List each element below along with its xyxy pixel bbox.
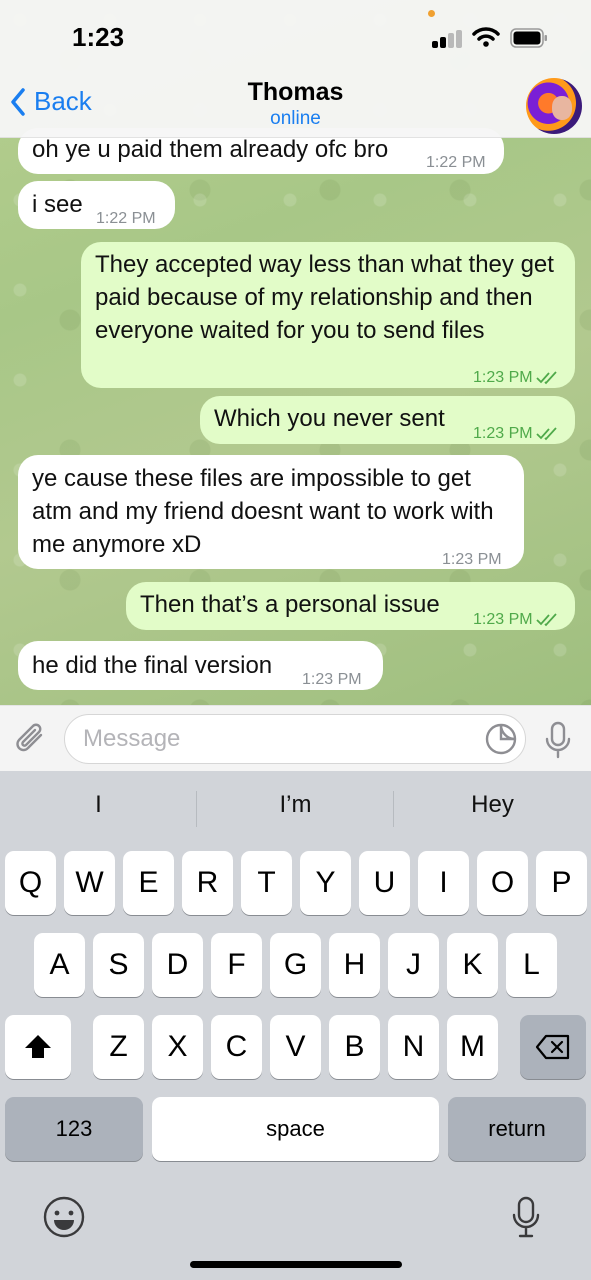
chat-header: 1:23 Back Thomas online	[0, 0, 591, 138]
chat-title[interactable]: Thomas	[0, 78, 591, 107]
key-h[interactable]: H	[329, 933, 380, 997]
privacy-indicator	[428, 10, 435, 17]
message-outgoing[interactable]: Then that’s a personal issue 1:23 PM	[126, 582, 575, 630]
message-input[interactable]	[64, 714, 526, 764]
message-outgoing[interactable]: Which you never sent 1:23 PM	[200, 396, 575, 444]
message-time: 1:23 PM	[302, 671, 362, 688]
message-time-label: 1:23 PM	[473, 369, 533, 386]
message-text: ye cause these files are impossible to g…	[32, 465, 494, 558]
double-check-icon	[535, 426, 557, 440]
key-f[interactable]: F	[211, 933, 262, 997]
key-z[interactable]: Z	[93, 1015, 144, 1079]
key-g[interactable]: G	[270, 933, 321, 997]
key-j[interactable]: J	[388, 933, 439, 997]
message-incoming[interactable]: i see 1:22 PM	[18, 181, 175, 229]
wifi-icon	[472, 27, 500, 47]
backspace-key[interactable]	[520, 1015, 586, 1079]
key-y[interactable]: Y	[300, 851, 351, 915]
message-time: 1:23 PM	[473, 361, 560, 394]
suggestion[interactable]: I’m	[197, 791, 394, 819]
key-x[interactable]: X	[152, 1015, 203, 1079]
keyboard: I I’m Hey Q W E R T Y U I O P A S D F G …	[0, 771, 591, 1280]
double-check-icon	[535, 370, 557, 384]
emoji-icon[interactable]	[42, 1195, 86, 1239]
message-incoming[interactable]: ye cause these files are impossible to g…	[18, 455, 524, 569]
key-d[interactable]: D	[152, 933, 203, 997]
message-time-label: 1:23 PM	[473, 425, 533, 442]
battery-icon	[510, 28, 547, 48]
message-time: 1:22 PM	[96, 210, 156, 227]
key-q[interactable]: Q	[5, 851, 56, 915]
key-b[interactable]: B	[329, 1015, 380, 1079]
shift-icon	[25, 1035, 51, 1058]
message-outgoing[interactable]: They accepted way less than what they ge…	[81, 242, 575, 388]
key-c[interactable]: C	[211, 1015, 262, 1079]
backspace-icon	[535, 1034, 570, 1060]
suggestion-bar: I I’m Hey	[0, 771, 591, 847]
message-time: 1:23 PM	[473, 603, 560, 636]
key-l[interactable]: L	[506, 933, 557, 997]
suggestion[interactable]: Hey	[394, 791, 591, 819]
message-composer	[0, 705, 591, 771]
key-n[interactable]: N	[388, 1015, 439, 1079]
shift-key[interactable]	[5, 1015, 71, 1079]
message-time-label: 1:23 PM	[473, 611, 533, 628]
key-u[interactable]: U	[359, 851, 410, 915]
attach-icon[interactable]	[14, 720, 50, 758]
message-time: 1:23 PM	[473, 417, 560, 450]
numbers-key[interactable]: 123	[5, 1097, 143, 1161]
avatar[interactable]	[526, 78, 582, 134]
sticker-icon[interactable]	[484, 722, 518, 756]
return-key[interactable]: return	[448, 1097, 586, 1161]
suggestion[interactable]: I	[0, 791, 197, 819]
key-a[interactable]: A	[34, 933, 85, 997]
message-time: 1:22 PM	[426, 154, 486, 171]
key-o[interactable]: O	[477, 851, 528, 915]
status-time: 1:23	[72, 22, 125, 52]
key-i[interactable]: I	[418, 851, 469, 915]
double-check-icon	[535, 612, 557, 626]
message-text: They accepted way less than what they ge…	[95, 251, 554, 344]
message-incoming[interactable]: he did the final version 1:23 PM	[18, 641, 383, 690]
key-s[interactable]: S	[93, 933, 144, 997]
key-e[interactable]: E	[123, 851, 174, 915]
key-k[interactable]: K	[447, 933, 498, 997]
space-key[interactable]: space	[152, 1097, 439, 1161]
key-m[interactable]: M	[447, 1015, 498, 1079]
chat-status: online	[270, 108, 321, 129]
key-v[interactable]: V	[270, 1015, 321, 1079]
home-indicator	[190, 1261, 402, 1268]
key-p[interactable]: P	[536, 851, 587, 915]
key-r[interactable]: R	[182, 851, 233, 915]
dictation-microphone-icon[interactable]	[510, 1195, 542, 1239]
microphone-icon[interactable]	[542, 720, 574, 760]
key-t[interactable]: T	[241, 851, 292, 915]
key-w[interactable]: W	[64, 851, 115, 915]
signal-icon	[432, 30, 464, 48]
message-time: 1:23 PM	[442, 551, 502, 568]
